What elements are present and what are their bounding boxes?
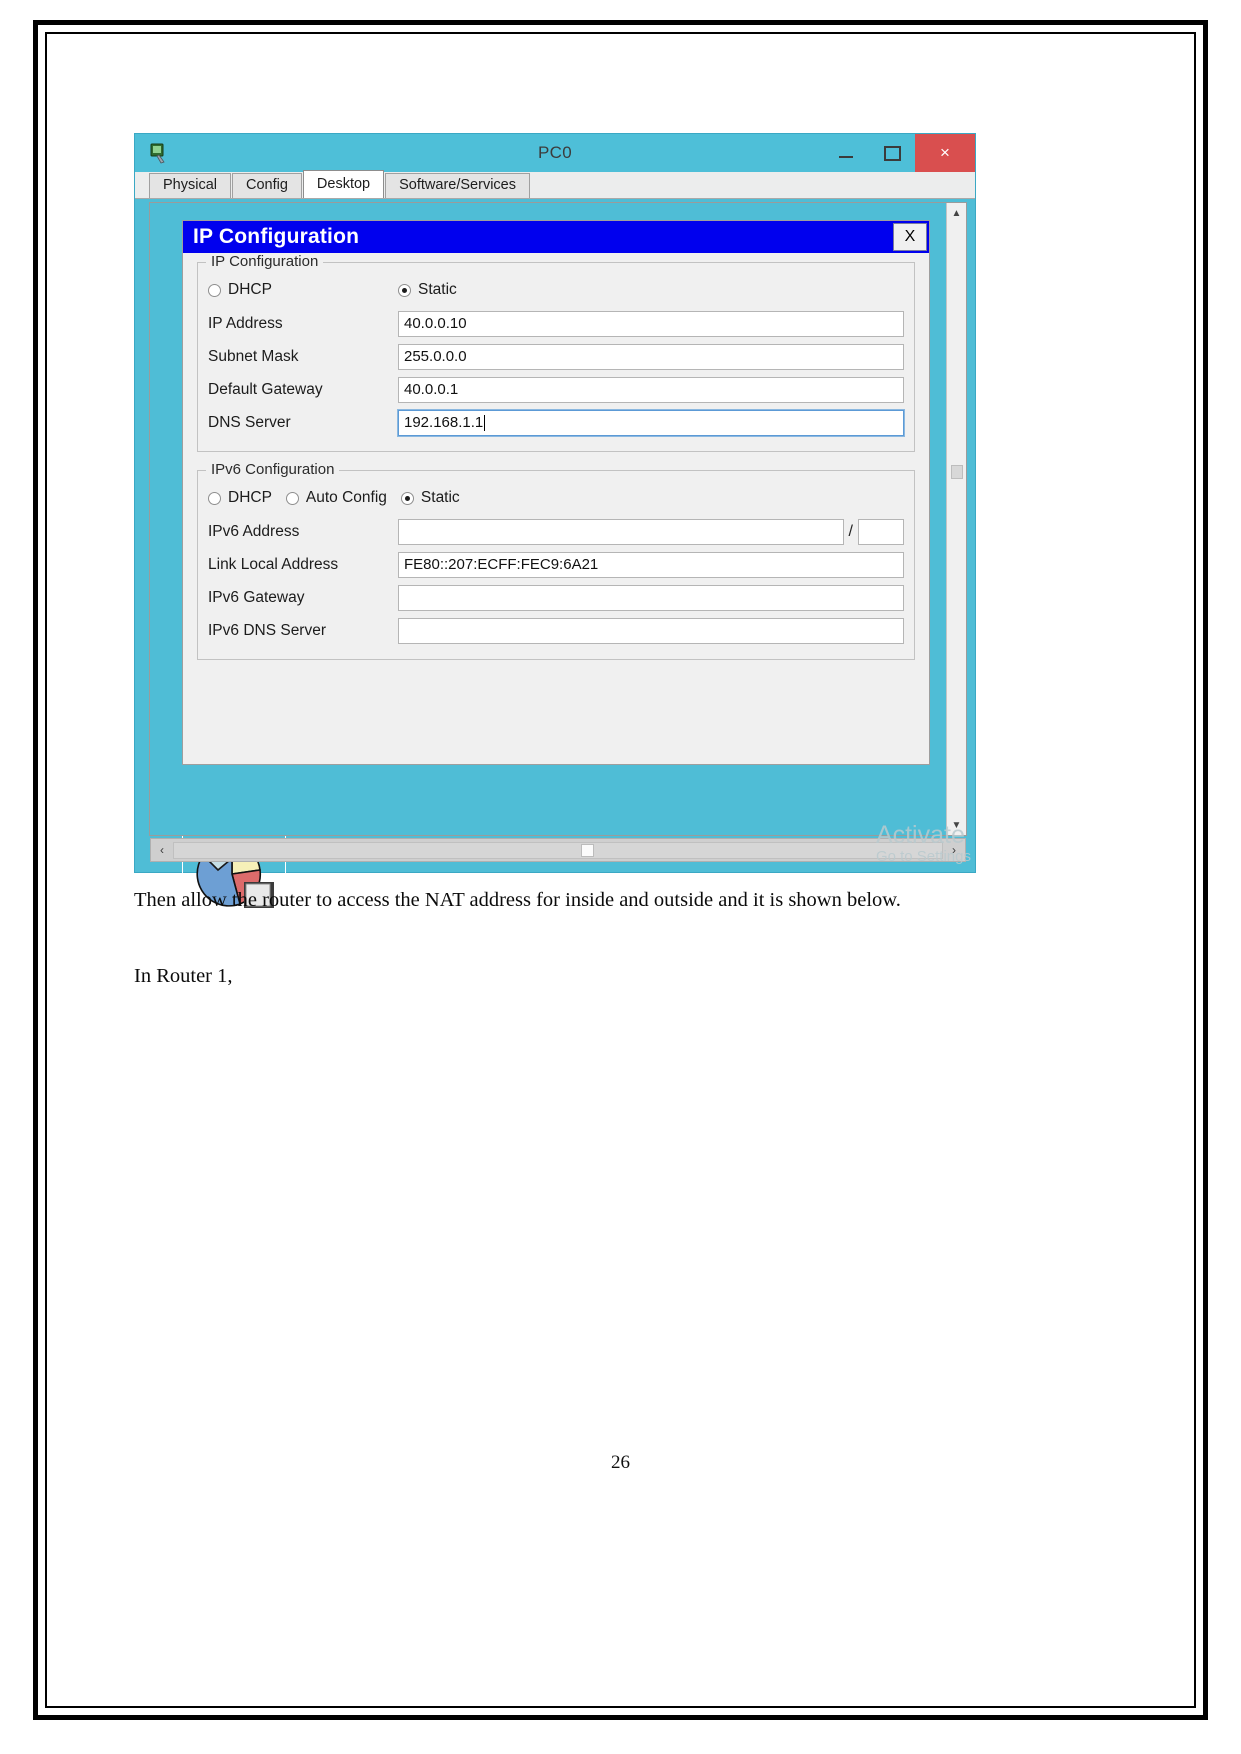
desktop-panel: ▲ ▼ IP Configuration X IP Configuration [135, 199, 975, 912]
text-caret [484, 414, 486, 431]
vertical-scrollbar-thumb[interactable] [951, 465, 963, 479]
field-row-dns-server: DNS Server 192.168.1.1 [208, 408, 905, 437]
ipv4-group-legend: IP Configuration [206, 253, 324, 270]
radio-dot-icon [208, 283, 221, 297]
input-subnet-mask[interactable]: 255.0.0.0 [398, 343, 904, 370]
label-link-local-address: Link Local Address [208, 555, 339, 573]
window-tab-strip: Physical Config Desktop Software/Service… [135, 170, 975, 199]
tab-software-services[interactable]: Software/Services [385, 173, 530, 198]
input-ipv6-gateway[interactable] [398, 584, 904, 611]
tab-config[interactable]: Config [232, 173, 302, 198]
input-default-gateway[interactable]: 40.0.0.1 [398, 376, 904, 403]
field-row-ipv6-address: IPv6 Address / [208, 517, 904, 546]
document-paragraph-2: In Router 1, [134, 965, 233, 987]
label-dns-server: DNS Server [208, 413, 291, 431]
radio-dot-icon [285, 491, 299, 505]
ipv6-mode-row: DHCP Auto Config Static [208, 485, 904, 511]
scroll-left-icon[interactable]: ‹ [151, 843, 173, 857]
input-link-local-address[interactable]: FE80::207:ECFF:FEC9:6A21 [398, 551, 904, 578]
packet-tracer-window: PC0 × Physical Config Desktop Software/S… [134, 133, 976, 912]
input-subnet-mask-value: 255.0.0.0 [404, 348, 467, 365]
radio-dot-icon [400, 491, 414, 505]
ip-configuration-dialog: IP Configuration X IP Configuration DHCP… [182, 220, 930, 765]
input-ipv6-prefix-length[interactable] [858, 518, 904, 545]
window-title: PC0 [538, 143, 572, 162]
radio-ipv6-dhcp-label: DHCP [228, 489, 272, 506]
field-row-subnet-mask: Subnet Mask 255.0.0.0 [208, 342, 904, 371]
input-ipv6-dns-server[interactable] [398, 617, 904, 644]
field-row-default-gateway: Default Gateway 40.0.0.1 [208, 375, 904, 404]
input-ipv6-address[interactable] [398, 518, 844, 545]
ipv4-configuration-group: IP Configuration DHCP Static IP Address [197, 253, 915, 452]
radio-ipv4-dhcp[interactable]: DHCP [208, 281, 398, 299]
radio-dot-icon [208, 491, 221, 505]
horizontal-scrollbar[interactable]: ‹ › [150, 838, 966, 862]
label-ipv6-dns-server: IPv6 DNS Server [208, 621, 327, 639]
radio-dot-icon [398, 283, 411, 297]
label-ipv6-address: IPv6 Address [208, 522, 300, 540]
ipv6-group-legend: IPv6 Configuration [206, 461, 340, 478]
radio-ipv6-dhcp[interactable]: DHCP [208, 489, 272, 507]
scroll-up-icon[interactable]: ▲ [947, 203, 966, 223]
radio-ipv4-dhcp-label: DHCP [228, 281, 272, 298]
input-link-local-address-value: FE80::207:ECFF:FEC9:6A21 [404, 556, 599, 573]
scroll-down-icon[interactable]: ▼ [947, 815, 966, 835]
ipv4-mode-row: DHCP Static [208, 277, 904, 303]
vertical-scrollbar[interactable]: ▲ ▼ [946, 203, 966, 835]
horizontal-scrollbar-thumb[interactable] [581, 843, 595, 857]
label-ipv6-gateway: IPv6 Gateway [208, 588, 305, 606]
field-row-link-local-address: Link Local Address FE80::207:ECFF:FEC9:6… [208, 550, 904, 579]
dialog-title: IP Configuration [193, 225, 360, 248]
label-default-gateway: Default Gateway [208, 380, 323, 398]
dialog-close-button[interactable]: X [893, 223, 927, 251]
ipv6-configuration-group: IPv6 Configuration DHCP Auto Config Stat… [197, 461, 915, 660]
tab-desktop[interactable]: Desktop [302, 170, 385, 198]
input-default-gateway-value: 40.0.0.1 [404, 381, 459, 398]
dialog-title-bar: IP Configuration X [183, 221, 929, 253]
scroll-right-icon[interactable]: › [943, 843, 965, 857]
input-ip-address[interactable]: 40.0.0.10 [398, 310, 904, 337]
page-number: 26 [611, 1452, 630, 1473]
radio-ipv6-static[interactable]: Static [400, 489, 460, 507]
horizontal-scrollbar-track[interactable] [173, 841, 943, 859]
radio-ipv6-auto-config-label: Auto Config [305, 489, 387, 506]
desktop-scroll-area: ▲ ▼ IP Configuration X IP Configuration [149, 202, 967, 836]
window-title-bar: PC0 × [135, 134, 975, 172]
radio-ipv4-static[interactable]: Static [398, 281, 457, 299]
ipv6-prefix-separator: / [848, 522, 853, 540]
field-row-ipv6-dns-server: IPv6 DNS Server [208, 616, 904, 645]
tab-physical[interactable]: Physical [149, 173, 231, 198]
field-row-ip-address: IP Address 40.0.0.10 [208, 309, 904, 338]
input-dns-server-value: 192.168.1.1 [404, 414, 484, 431]
input-ip-address-value: 40.0.0.10 [404, 315, 467, 332]
label-subnet-mask: Subnet Mask [208, 347, 299, 365]
input-dns-server[interactable]: 192.168.1.1 [397, 408, 905, 437]
field-row-ipv6-gateway: IPv6 Gateway [208, 583, 904, 612]
radio-ipv6-auto-config[interactable]: Auto Config [285, 489, 387, 507]
radio-ipv4-static-label: Static [418, 281, 457, 298]
radio-ipv6-static-label: Static [420, 489, 460, 506]
label-ip-address: IP Address [208, 314, 283, 332]
document-paragraph-1: Then allow the router to access the NAT … [134, 889, 901, 911]
